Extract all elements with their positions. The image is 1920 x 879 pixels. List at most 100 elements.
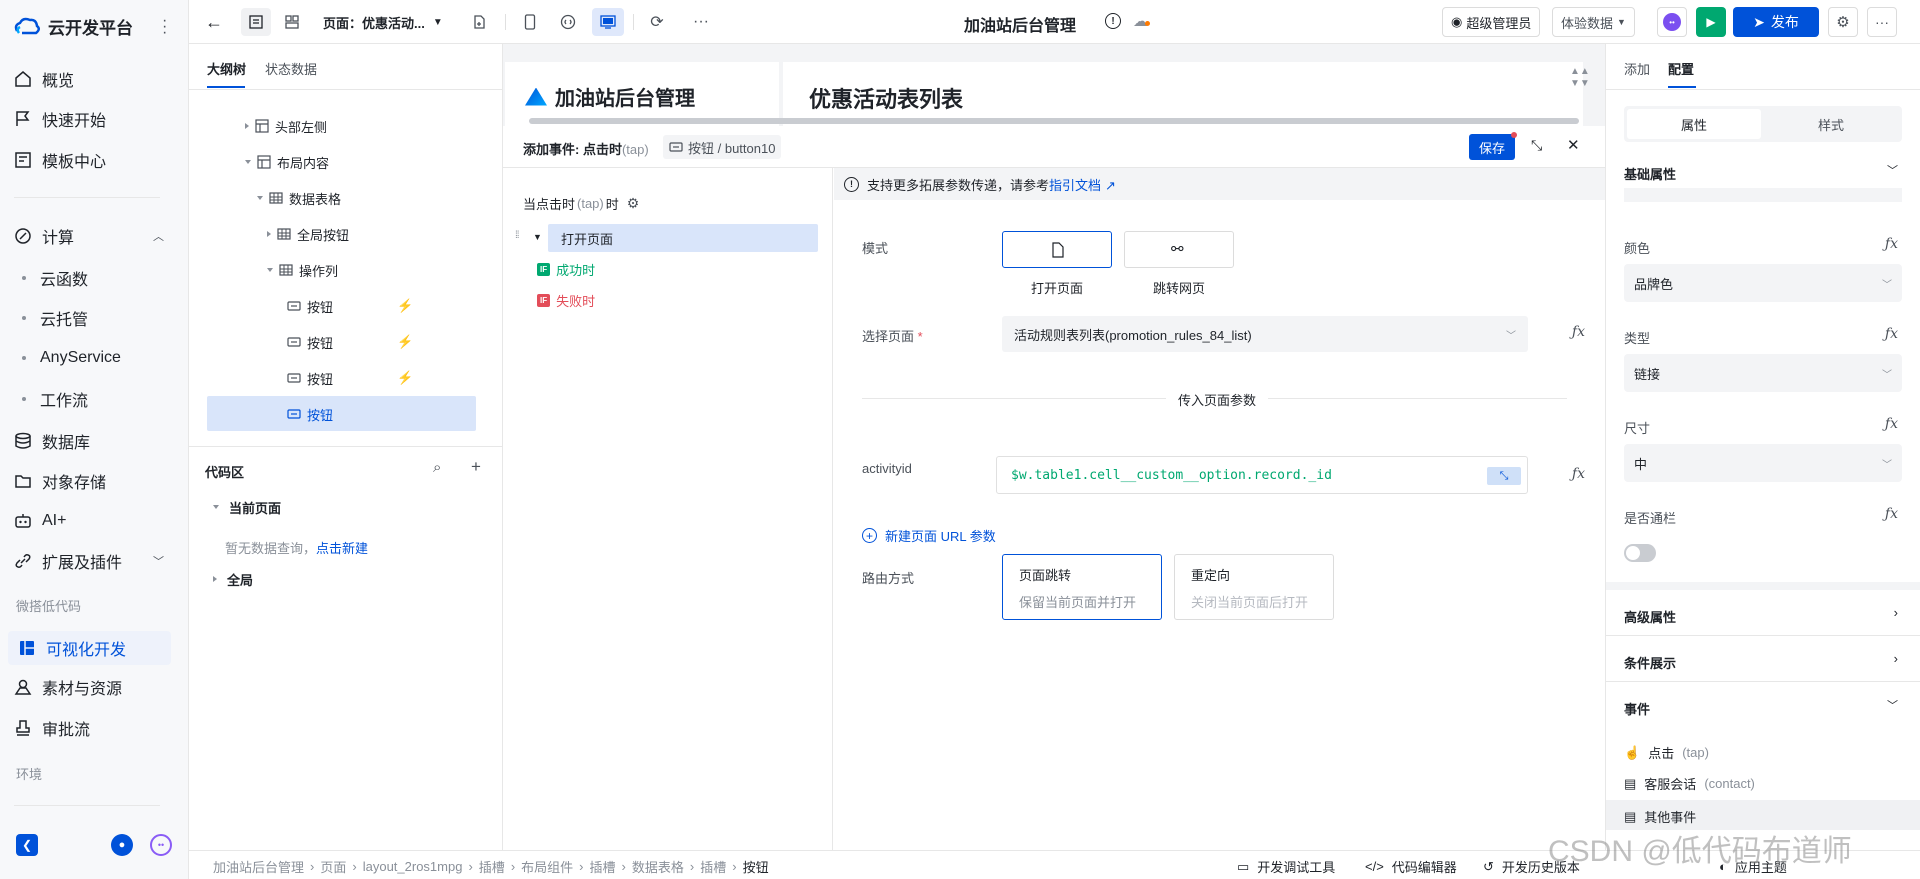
event-contact[interactable]: ▤ 客服会话 (contact) bbox=[1624, 774, 1755, 793]
block-toggle[interactable] bbox=[1624, 544, 1656, 562]
nav-overview[interactable]: 概览 bbox=[14, 62, 74, 96]
chevron-right-icon[interactable]: › bbox=[1894, 605, 1898, 620]
debug-tools-button[interactable]: ▭ 开发调试工具 bbox=[1237, 857, 1335, 876]
nav-compute[interactable]: 计算 ︿ bbox=[14, 219, 164, 253]
back-arrow-icon[interactable]: ← bbox=[201, 8, 227, 36]
horizontal-scrollbar[interactable] bbox=[529, 118, 1579, 124]
select-page-dropdown[interactable]: 活动规则表列表(promotion_rules_84_list) ﹀ bbox=[1002, 316, 1528, 352]
fx-icon[interactable]: ƒx bbox=[1885, 326, 1898, 342]
param-value-input[interactable]: $w.table1.cell__custom__option.record._i… bbox=[996, 456, 1528, 494]
caret-down-icon[interactable]: ▼ bbox=[533, 232, 542, 242]
settings-gear-icon[interactable]: ⚙ bbox=[1828, 7, 1858, 37]
size-select[interactable]: 中 ﹀ bbox=[1624, 444, 1902, 482]
page-list-icon[interactable] bbox=[241, 8, 271, 36]
nav-storage[interactable]: 对象存储 bbox=[14, 464, 106, 498]
save-event-button[interactable]: 保存 bbox=[1469, 132, 1517, 160]
search-icon[interactable]: ⌕ bbox=[433, 459, 441, 476]
app-brand[interactable]: 云开发平台 bbox=[14, 14, 133, 39]
miniprogram-icon[interactable] bbox=[553, 8, 583, 36]
type-select[interactable]: 链接 ﹀ bbox=[1624, 354, 1902, 392]
tree-node-button[interactable]: 按钮 ⚡ bbox=[287, 361, 507, 395]
create-query-link[interactable]: 点击新建 bbox=[316, 541, 368, 556]
breadcrumb-item[interactable]: 页面 bbox=[320, 857, 346, 876]
mode-open-page-option[interactable] bbox=[1002, 231, 1112, 268]
event-click[interactable]: ☝ 点击 (tap) bbox=[1624, 743, 1709, 762]
assistant-icon[interactable]: •• bbox=[150, 834, 172, 856]
color-select[interactable]: 品牌色 ﹀ bbox=[1624, 264, 1902, 302]
mobile-preview-icon[interactable] bbox=[515, 8, 545, 36]
tab-add[interactable]: 添加 bbox=[1624, 59, 1650, 78]
branch-success[interactable]: IF 成功时 bbox=[537, 260, 595, 279]
tree-node[interactable]: 全局按钮 bbox=[267, 217, 349, 251]
tree-node-button[interactable]: 按钮 ⚡ bbox=[287, 289, 507, 323]
page-select[interactable]: 页面：优惠活动... ▼ bbox=[323, 8, 463, 36]
more-menu-icon[interactable]: ··· bbox=[1867, 7, 1897, 37]
condition-title[interactable]: 条件展示 bbox=[1624, 653, 1676, 672]
tree-node[interactable]: 布局内容 bbox=[245, 145, 329, 179]
tree-node[interactable]: 操作列 bbox=[267, 253, 338, 287]
breadcrumb-item-current[interactable]: 按钮 bbox=[743, 857, 769, 876]
mode-web-option[interactable]: ⚯ bbox=[1124, 231, 1234, 268]
breadcrumb-item[interactable]: 数据表格 bbox=[632, 857, 684, 876]
action-open-page[interactable]: 打开页面 bbox=[548, 224, 818, 252]
breadcrumb-item[interactable]: 插槽 bbox=[479, 857, 505, 876]
code-global[interactable]: 全局 bbox=[213, 562, 253, 596]
ai-assistant-button[interactable]: •• bbox=[1657, 7, 1687, 37]
guide-doc-link[interactable]: 指引文档 bbox=[1049, 178, 1101, 193]
info-icon[interactable]: ! bbox=[1105, 13, 1121, 29]
cloud-sync-icon[interactable]: ☁ bbox=[1133, 12, 1150, 30]
nav-approval[interactable]: 审批流 bbox=[14, 711, 90, 745]
tree-node[interactable]: 数据表格 bbox=[257, 181, 341, 215]
nav-extensions[interactable]: 扩展及插件 ﹀ bbox=[14, 544, 164, 578]
route-redirect-option[interactable]: 重定向 关闭当前页面后打开 bbox=[1174, 554, 1334, 620]
nav-database[interactable]: 数据库 bbox=[14, 424, 90, 458]
publish-button[interactable]: ➤ 发布 bbox=[1733, 7, 1819, 37]
route-push-option[interactable]: 页面跳转 保留当前页面并打开 bbox=[1002, 554, 1162, 620]
breadcrumb-item[interactable]: layout_2ros1mpg bbox=[363, 859, 463, 874]
code-editor-button[interactable]: </> 代码编辑器 bbox=[1365, 857, 1457, 876]
expand-editor-icon[interactable]: ⤡ bbox=[1487, 467, 1521, 485]
user-avatar-icon[interactable]: ● bbox=[111, 834, 133, 856]
breadcrumb-item[interactable]: 插槽 bbox=[590, 857, 616, 876]
fx-icon[interactable]: ƒx bbox=[1572, 324, 1585, 340]
component-grid-icon[interactable] bbox=[277, 8, 307, 36]
collapse-left-icon[interactable]: ❮ bbox=[16, 834, 38, 856]
desktop-preview-icon[interactable] bbox=[592, 8, 624, 36]
nav-cloud-function[interactable]: 云函数 bbox=[22, 263, 88, 293]
nav-workflow[interactable]: 工作流 bbox=[22, 384, 88, 414]
add-url-param-button[interactable]: + 新建页面 URL 参数 bbox=[862, 526, 996, 545]
more-horizontal-icon[interactable]: ··· bbox=[687, 8, 715, 36]
branch-fail[interactable]: IF 失败时 bbox=[537, 291, 595, 310]
run-preview-button[interactable]: ▶ bbox=[1696, 7, 1726, 37]
advanced-props-title[interactable]: 高级属性 bbox=[1624, 607, 1676, 626]
nav-templates[interactable]: 模板中心 bbox=[14, 143, 106, 177]
fx-icon[interactable]: ƒx bbox=[1572, 466, 1585, 482]
add-icon[interactable]: + bbox=[471, 457, 481, 477]
event-other[interactable]: ▤ 其他事件 bbox=[1624, 807, 1696, 826]
close-icon[interactable]: ✕ bbox=[1567, 136, 1580, 154]
tab-outline-tree[interactable]: 大纲树 bbox=[207, 59, 246, 78]
tab-state-data[interactable]: 状态数据 bbox=[265, 59, 317, 78]
nav-anyservice[interactable]: AnyService bbox=[22, 343, 121, 373]
theme-button[interactable]: ◐ 应用主题 bbox=[1719, 857, 1787, 876]
breadcrumb-item[interactable]: 布局组件 bbox=[521, 857, 573, 876]
tree-node[interactable]: 头部左侧 bbox=[245, 109, 327, 143]
more-vert-icon[interactable]: · · · bbox=[162, 13, 167, 41]
data-mode-select[interactable]: 体验数据 ▼ bbox=[1552, 7, 1635, 37]
segment-properties[interactable]: 属性 bbox=[1627, 109, 1761, 139]
tree-node-button[interactable]: 按钮 ⚡ bbox=[287, 325, 507, 359]
event-other-row[interactable]: ▤ 其他事件 bbox=[1606, 800, 1920, 830]
nav-visual-dev[interactable]: 可视化开发 bbox=[8, 631, 171, 665]
nav-assets[interactable]: 素材与资源 bbox=[14, 670, 122, 704]
nav-ai[interactable]: AI+ bbox=[14, 504, 66, 538]
breadcrumb-item[interactable]: 加油站后台管理 bbox=[213, 857, 304, 876]
chevron-right-icon[interactable]: › bbox=[1894, 651, 1898, 666]
fx-icon[interactable]: ƒx bbox=[1885, 236, 1898, 252]
history-button[interactable]: ↺ 开发历史版本 bbox=[1483, 857, 1580, 876]
chevron-down-icon[interactable]: ﹀ bbox=[1887, 697, 1898, 713]
tab-config[interactable]: 配置 bbox=[1668, 59, 1694, 78]
collapse-icon[interactable]: ⤡ bbox=[1531, 137, 1542, 154]
settings-gear-icon[interactable]: ⚙ bbox=[627, 195, 640, 212]
resize-handle-icon[interactable]: ▲▲ ▼▼ bbox=[1570, 66, 1590, 90]
code-current-page[interactable]: 当前页面 bbox=[213, 490, 281, 524]
